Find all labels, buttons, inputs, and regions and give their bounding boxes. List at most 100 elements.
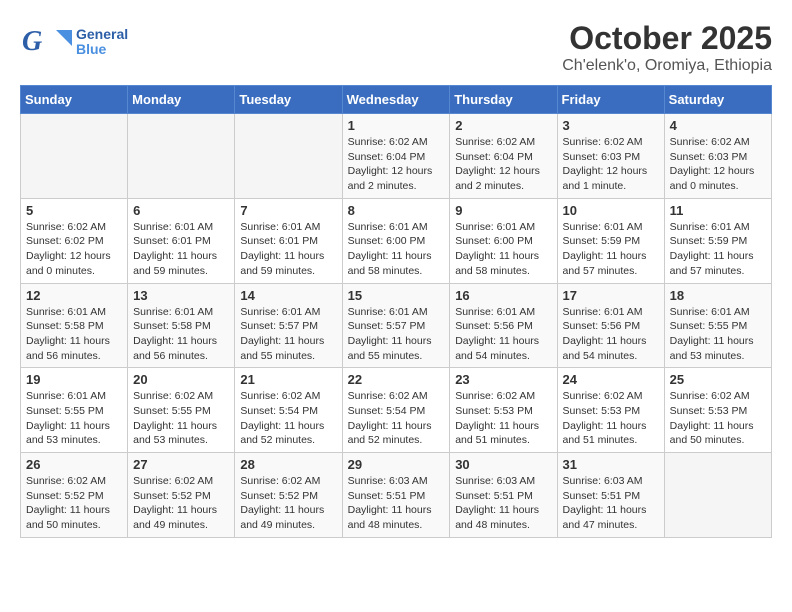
calendar-cell: 6 Sunrise: 6:01 AM Sunset: 6:01 PM Daylig… bbox=[128, 198, 235, 283]
header: G General Blue October 2025 Ch'elenk'o, … bbox=[20, 20, 772, 75]
day-number: 3 bbox=[563, 118, 659, 133]
day-info: Sunrise: 6:02 AM Sunset: 5:52 PM Dayligh… bbox=[240, 474, 336, 533]
calendar-cell: 4 Sunrise: 6:02 AM Sunset: 6:03 PM Daylig… bbox=[664, 114, 771, 199]
calendar-cell: 28 Sunrise: 6:02 AM Sunset: 5:52 PM Dayli… bbox=[235, 453, 342, 538]
calendar-week-2: 5 Sunrise: 6:02 AM Sunset: 6:02 PM Daylig… bbox=[21, 198, 772, 283]
day-info: Sunrise: 6:02 AM Sunset: 6:03 PM Dayligh… bbox=[670, 135, 766, 194]
day-number: 10 bbox=[563, 203, 659, 218]
logo-text: General Blue bbox=[76, 27, 128, 58]
calendar-cell: 9 Sunrise: 6:01 AM Sunset: 6:00 PM Daylig… bbox=[450, 198, 557, 283]
calendar-cell: 26 Sunrise: 6:02 AM Sunset: 5:52 PM Dayli… bbox=[21, 453, 128, 538]
calendar-cell: 30Sunrise: 6:03 AM Sunset: 5:51 PM Dayli… bbox=[450, 453, 557, 538]
day-number: 8 bbox=[348, 203, 445, 218]
weekday-sunday: Sunday bbox=[21, 86, 128, 114]
day-info: Sunrise: 6:01 AM Sunset: 5:55 PM Dayligh… bbox=[670, 305, 766, 364]
calendar-cell: 25Sunrise: 6:02 AM Sunset: 5:53 PM Dayli… bbox=[664, 368, 771, 453]
day-number: 19 bbox=[26, 372, 122, 387]
day-info: Sunrise: 6:03 AM Sunset: 5:51 PM Dayligh… bbox=[455, 474, 551, 533]
day-number: 24 bbox=[563, 372, 659, 387]
calendar-table: SundayMondayTuesdayWednesdayThursdayFrid… bbox=[20, 85, 772, 538]
weekday-wednesday: Wednesday bbox=[342, 86, 450, 114]
calendar-cell: 1 Sunrise: 6:02 AM Sunset: 6:04 PM Daylig… bbox=[342, 114, 450, 199]
calendar-cell: 12 Sunrise: 6:01 AM Sunset: 5:58 PM Dayli… bbox=[21, 283, 128, 368]
day-number: 21 bbox=[240, 372, 336, 387]
calendar-cell: 23Sunrise: 6:02 AM Sunset: 5:53 PM Dayli… bbox=[450, 368, 557, 453]
day-info: Sunrise: 6:02 AM Sunset: 6:04 PM Dayligh… bbox=[455, 135, 551, 194]
day-info: Sunrise: 6:01 AM Sunset: 5:55 PM Dayligh… bbox=[26, 389, 122, 448]
calendar-cell: 18 Sunrise: 6:01 AM Sunset: 5:55 PM Dayli… bbox=[664, 283, 771, 368]
weekday-monday: Monday bbox=[128, 86, 235, 114]
day-info: Sunrise: 6:01 AM Sunset: 6:00 PM Dayligh… bbox=[348, 220, 445, 279]
weekday-saturday: Saturday bbox=[664, 86, 771, 114]
day-info: Sunrise: 6:01 AM Sunset: 5:56 PM Dayligh… bbox=[563, 305, 659, 364]
calendar-body: 1 Sunrise: 6:02 AM Sunset: 6:04 PM Daylig… bbox=[21, 114, 772, 538]
calendar-cell: 27 Sunrise: 6:02 AM Sunset: 5:52 PM Dayli… bbox=[128, 453, 235, 538]
calendar-cell: 24 Sunrise: 6:02 AM Sunset: 5:53 PM Dayli… bbox=[557, 368, 664, 453]
day-info: Sunrise: 6:01 AM Sunset: 5:59 PM Dayligh… bbox=[670, 220, 766, 279]
day-number: 15 bbox=[348, 288, 445, 303]
day-number: 20 bbox=[133, 372, 229, 387]
day-info: Sunrise: 6:02 AM Sunset: 5:55 PM Dayligh… bbox=[133, 389, 229, 448]
day-number: 26 bbox=[26, 457, 122, 472]
day-info: Sunrise: 6:01 AM Sunset: 5:58 PM Dayligh… bbox=[133, 305, 229, 364]
calendar-week-3: 12 Sunrise: 6:01 AM Sunset: 5:58 PM Dayli… bbox=[21, 283, 772, 368]
calendar-cell: 22Sunrise: 6:02 AM Sunset: 5:54 PM Dayli… bbox=[342, 368, 450, 453]
day-number: 18 bbox=[670, 288, 766, 303]
day-number: 4 bbox=[670, 118, 766, 133]
calendar-cell: 31Sunrise: 6:03 AM Sunset: 5:51 PM Dayli… bbox=[557, 453, 664, 538]
calendar-cell bbox=[664, 453, 771, 538]
day-info: Sunrise: 6:02 AM Sunset: 5:52 PM Dayligh… bbox=[26, 474, 122, 533]
day-info: Sunrise: 6:01 AM Sunset: 5:56 PM Dayligh… bbox=[455, 305, 551, 364]
day-number: 27 bbox=[133, 457, 229, 472]
day-number: 25 bbox=[670, 372, 766, 387]
svg-text:G: G bbox=[22, 26, 42, 57]
weekday-header-row: SundayMondayTuesdayWednesdayThursdayFrid… bbox=[21, 86, 772, 114]
day-number: 2 bbox=[455, 118, 551, 133]
day-info: Sunrise: 6:02 AM Sunset: 6:02 PM Dayligh… bbox=[26, 220, 122, 279]
calendar-cell: 20 Sunrise: 6:02 AM Sunset: 5:55 PM Dayli… bbox=[128, 368, 235, 453]
logo-icon: G bbox=[20, 20, 72, 64]
weekday-thursday: Thursday bbox=[450, 86, 557, 114]
calendar-week-1: 1 Sunrise: 6:02 AM Sunset: 6:04 PM Daylig… bbox=[21, 114, 772, 199]
calendar-header: SundayMondayTuesdayWednesdayThursdayFrid… bbox=[21, 86, 772, 114]
day-info: Sunrise: 6:01 AM Sunset: 5:58 PM Dayligh… bbox=[26, 305, 122, 364]
calendar-cell: 17 Sunrise: 6:01 AM Sunset: 5:56 PM Dayli… bbox=[557, 283, 664, 368]
calendar-cell bbox=[21, 114, 128, 199]
calendar-week-4: 19 Sunrise: 6:01 AM Sunset: 5:55 PM Dayli… bbox=[21, 368, 772, 453]
day-number: 5 bbox=[26, 203, 122, 218]
calendar-cell: 7Sunrise: 6:01 AM Sunset: 6:01 PM Daylig… bbox=[235, 198, 342, 283]
day-info: Sunrise: 6:01 AM Sunset: 6:00 PM Dayligh… bbox=[455, 220, 551, 279]
calendar-cell: 16 Sunrise: 6:01 AM Sunset: 5:56 PM Dayli… bbox=[450, 283, 557, 368]
weekday-tuesday: Tuesday bbox=[235, 86, 342, 114]
logo: G General Blue bbox=[20, 20, 128, 64]
day-number: 17 bbox=[563, 288, 659, 303]
day-number: 28 bbox=[240, 457, 336, 472]
calendar-cell: 15Sunrise: 6:01 AM Sunset: 5:57 PM Dayli… bbox=[342, 283, 450, 368]
calendar-cell: 11Sunrise: 6:01 AM Sunset: 5:59 PM Dayli… bbox=[664, 198, 771, 283]
day-info: Sunrise: 6:03 AM Sunset: 5:51 PM Dayligh… bbox=[348, 474, 445, 533]
day-number: 12 bbox=[26, 288, 122, 303]
day-number: 16 bbox=[455, 288, 551, 303]
day-number: 1 bbox=[348, 118, 445, 133]
calendar-cell: 10Sunrise: 6:01 AM Sunset: 5:59 PM Dayli… bbox=[557, 198, 664, 283]
day-number: 6 bbox=[133, 203, 229, 218]
day-info: Sunrise: 6:02 AM Sunset: 5:54 PM Dayligh… bbox=[240, 389, 336, 448]
day-info: Sunrise: 6:02 AM Sunset: 6:04 PM Dayligh… bbox=[348, 135, 445, 194]
day-number: 13 bbox=[133, 288, 229, 303]
calendar-cell: 29 Sunrise: 6:03 AM Sunset: 5:51 PM Dayli… bbox=[342, 453, 450, 538]
day-info: Sunrise: 6:02 AM Sunset: 5:53 PM Dayligh… bbox=[563, 389, 659, 448]
calendar-week-5: 26 Sunrise: 6:02 AM Sunset: 5:52 PM Dayli… bbox=[21, 453, 772, 538]
calendar-cell: 3Sunrise: 6:02 AM Sunset: 6:03 PM Daylig… bbox=[557, 114, 664, 199]
day-number: 23 bbox=[455, 372, 551, 387]
day-info: Sunrise: 6:02 AM Sunset: 5:54 PM Dayligh… bbox=[348, 389, 445, 448]
day-number: 14 bbox=[240, 288, 336, 303]
calendar-cell: 19 Sunrise: 6:01 AM Sunset: 5:55 PM Dayli… bbox=[21, 368, 128, 453]
calendar-cell bbox=[235, 114, 342, 199]
calendar-cell: 14Sunrise: 6:01 AM Sunset: 5:57 PM Dayli… bbox=[235, 283, 342, 368]
calendar-cell bbox=[128, 114, 235, 199]
day-number: 9 bbox=[455, 203, 551, 218]
day-info: Sunrise: 6:02 AM Sunset: 5:52 PM Dayligh… bbox=[133, 474, 229, 533]
calendar-subtitle: Ch'elenk'o, Oromiya, Ethiopia bbox=[562, 57, 772, 75]
day-info: Sunrise: 6:01 AM Sunset: 6:01 PM Dayligh… bbox=[133, 220, 229, 279]
day-number: 29 bbox=[348, 457, 445, 472]
